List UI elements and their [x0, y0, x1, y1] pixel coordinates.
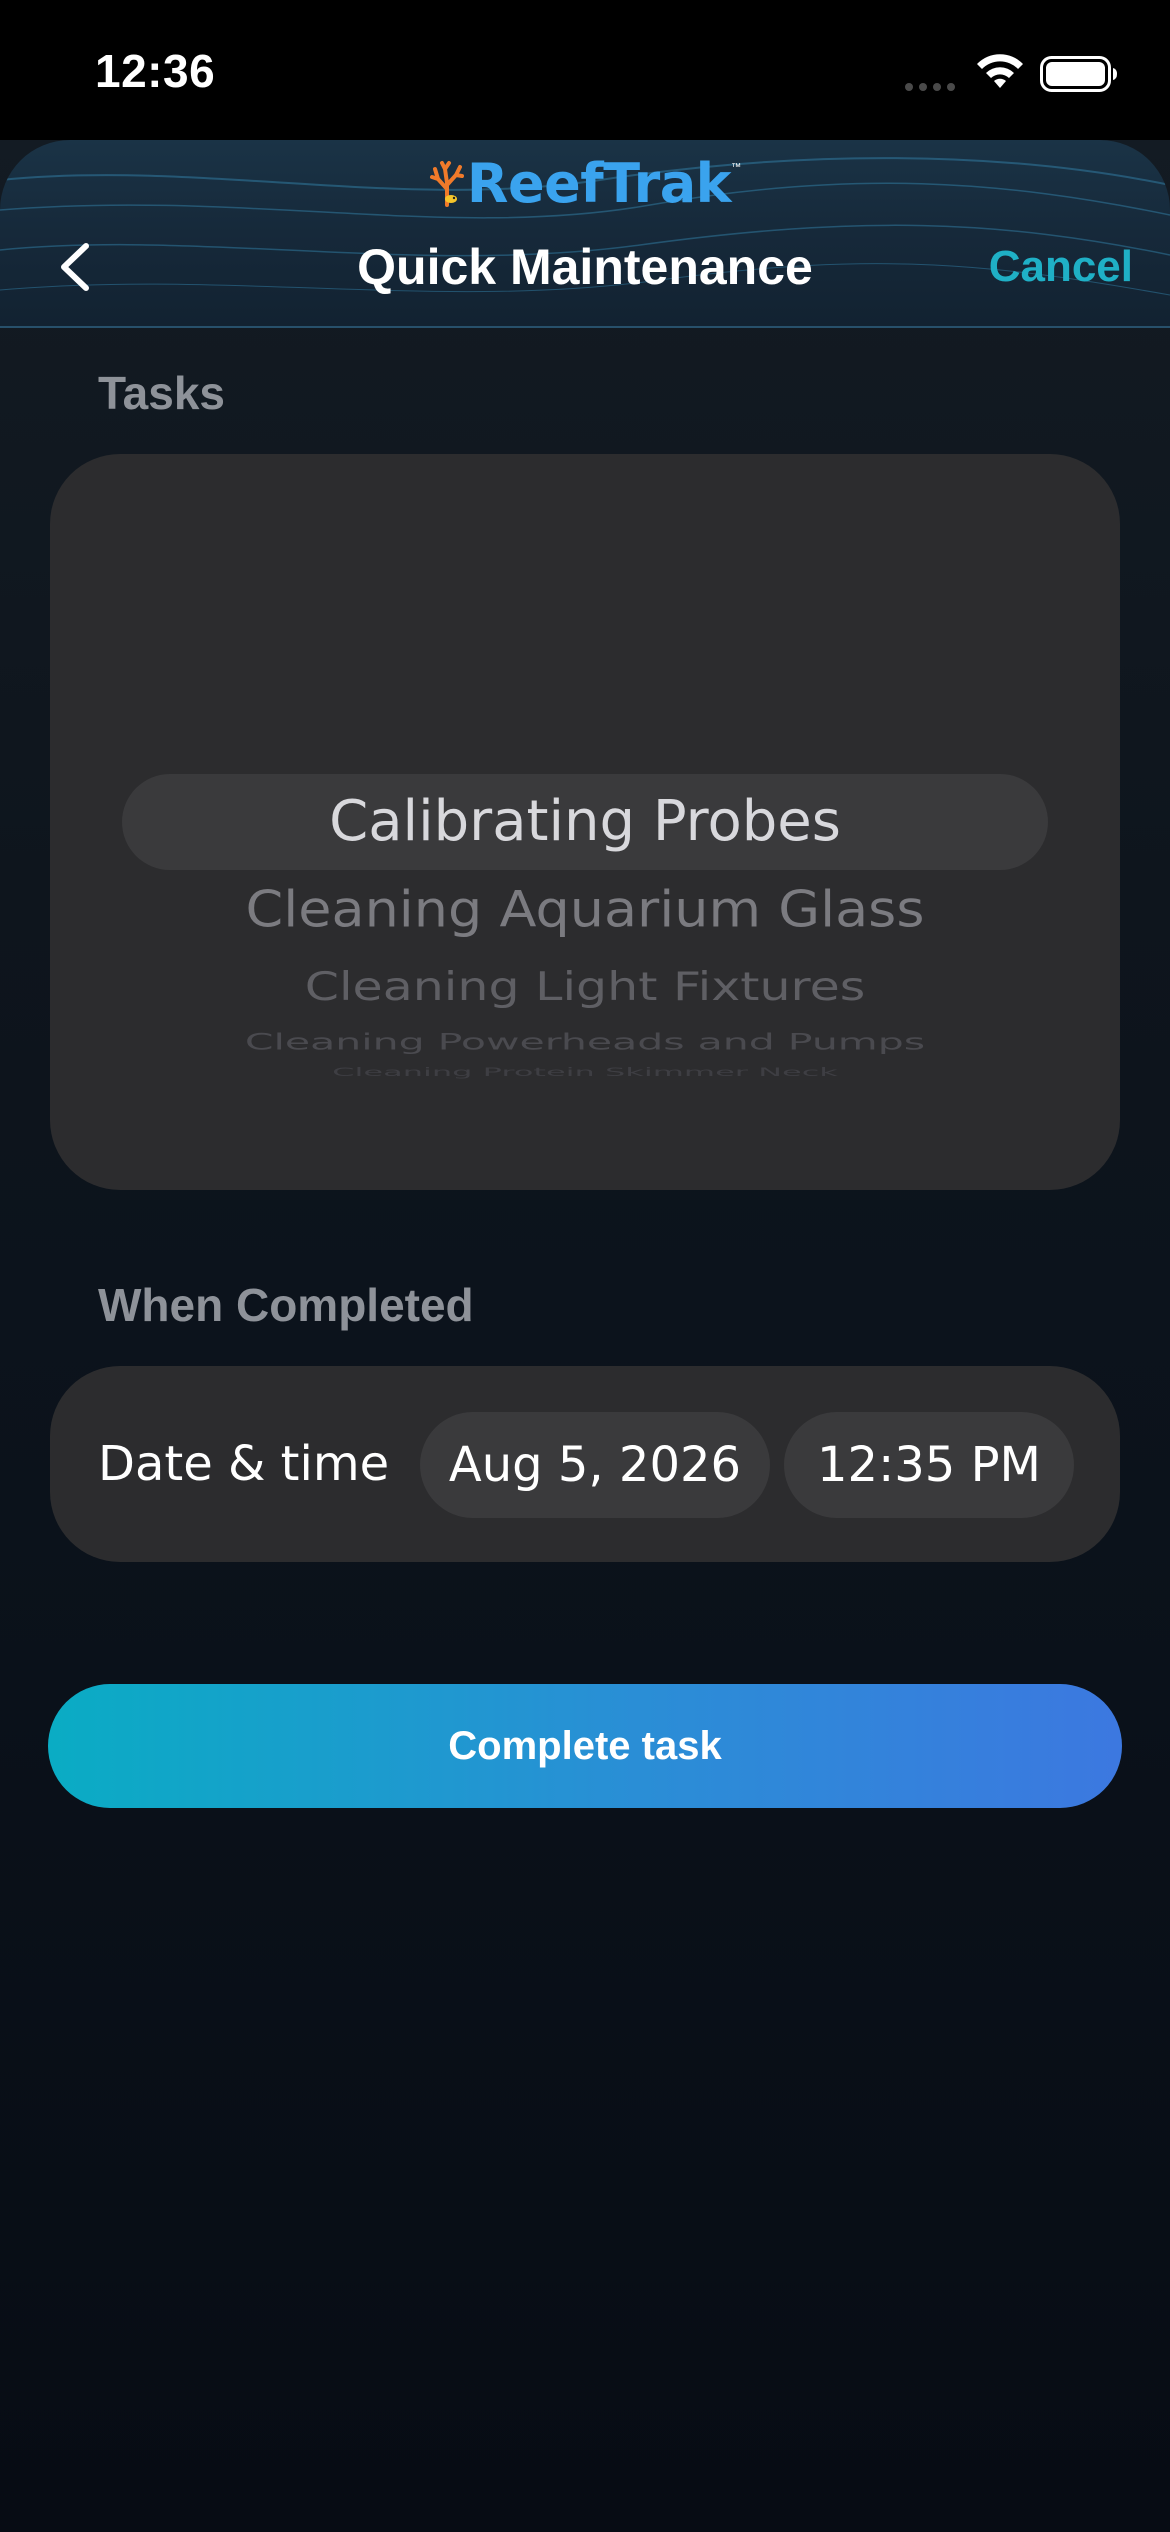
logo-trademark: ™ [731, 162, 742, 173]
battery-icon [1040, 56, 1117, 92]
cancel-button[interactable]: Cancel [989, 232, 1133, 302]
when-completed-label: When Completed [98, 1279, 474, 1331]
coral-logo-icon [429, 161, 464, 207]
picker-item[interactable]: Cleaning Protein Skimmer Neck [50, 1065, 1120, 1079]
picker-item[interactable]: Cleaning Light Fixtures [50, 959, 1120, 1015]
picker-item[interactable]: Cleaning Aquarium Glass [50, 875, 1120, 945]
status-time: 12:36 [95, 45, 216, 97]
task-picker[interactable]: Calibrating Probes Cleaning Aquarium Gla… [50, 454, 1120, 1190]
reeftrak-logo: ReefTrak ™ [0, 148, 1170, 218]
complete-task-button[interactable]: Complete task [48, 1684, 1122, 1808]
picker-item[interactable]: Cleaning Powerheads and Pumps [50, 1027, 1120, 1058]
tasks-section-label: Tasks [98, 367, 226, 419]
logo-text: ReefTrak [466, 151, 732, 215]
date-picker-button[interactable]: Aug 5, 2026 [420, 1412, 770, 1518]
datetime-label: Date & time [98, 1436, 390, 1492]
signal-icon [905, 83, 955, 91]
status-bar: 12:36 [0, 0, 1170, 140]
datetime-card: Date & time Aug 5, 2026 12:35 PM [50, 1366, 1120, 1562]
picker-item-selected[interactable]: Calibrating Probes [50, 782, 1120, 862]
nav-header: ReefTrak ™ Quick Maintenance Cancel [0, 140, 1170, 328]
time-picker-button[interactable]: 12:35 PM [784, 1412, 1074, 1518]
wifi-icon [977, 54, 1023, 88]
